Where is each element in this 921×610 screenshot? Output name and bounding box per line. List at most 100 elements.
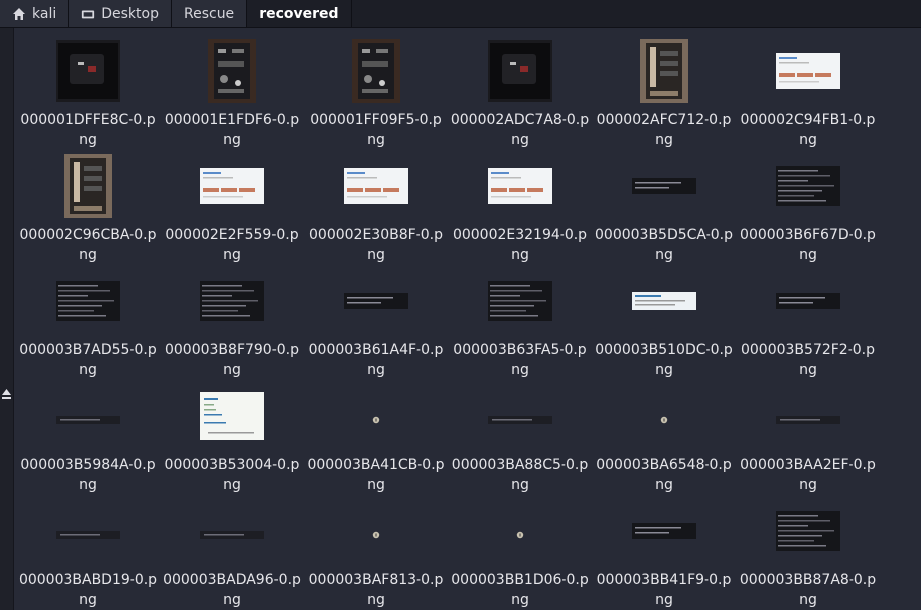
image-thumbnail [56, 409, 120, 428]
file-name: 000002E30B8F-0.png [309, 227, 443, 263]
file-item[interactable]: 000001E1FDF6-0.png [160, 39, 304, 150]
image-thumbnail [208, 39, 256, 107]
home-icon [12, 7, 26, 21]
file-item[interactable]: 000003BA41CB-0.png [304, 385, 448, 495]
file-item[interactable]: 000003B7AD55-0.png [16, 270, 160, 380]
file-name: 000003BA41CB-0.png [307, 457, 445, 493]
file-item[interactable]: 000002E32194-0.png [448, 155, 592, 265]
image-thumbnail [488, 409, 552, 428]
file-name: 000003BAF813-0.png [308, 572, 444, 608]
file-name: 000003B7AD55-0.png [19, 342, 157, 378]
file-name: 000001E1FDF6-0.png [164, 112, 300, 148]
file-name: 000003B8F790-0.png [164, 342, 300, 378]
file-name: 000003B63FA5-0.png [453, 342, 587, 378]
file-item[interactable]: 000003B572F2-0.png [736, 270, 880, 380]
file-name: 000003B510DC-0.png [595, 342, 733, 378]
file-name: 000003B5984A-0.png [20, 457, 156, 493]
file-name: 000003BB1D06-0.png [451, 572, 589, 608]
image-thumbnail [776, 166, 840, 210]
breadcrumb-recovered[interactable]: recovered [247, 0, 352, 27]
image-thumbnail [56, 40, 120, 106]
file-name: 000002E32194-0.png [452, 227, 588, 263]
file-name: 000002ADC7A8-0.png [450, 112, 590, 148]
image-thumbnail [516, 524, 524, 543]
file-item[interactable]: 000001DFFE8C-0.png [16, 40, 160, 150]
image-thumbnail [200, 392, 264, 444]
image-thumbnail [64, 154, 112, 222]
file-item[interactable]: 000002ADC7A8-0.png [448, 40, 592, 150]
image-thumbnail [56, 281, 120, 325]
image-thumbnail [632, 178, 696, 198]
image-thumbnail [344, 293, 408, 313]
breadcrumb: kali Desktop Rescue recovered [0, 0, 921, 28]
file-name: 000003B61A4F-0.png [308, 342, 444, 378]
image-thumbnail [372, 409, 380, 428]
file-name: 000003BAA2EF-0.png [740, 457, 876, 493]
image-thumbnail [56, 524, 120, 543]
image-thumbnail [640, 39, 688, 107]
file-item[interactable]: 000003B6F67D-0.png [736, 155, 880, 265]
image-thumbnail [632, 523, 696, 543]
image-thumbnail [776, 293, 840, 313]
image-thumbnail [200, 281, 264, 325]
file-name: 000003BB87A8-0.png [739, 572, 877, 608]
file-item[interactable]: 000002AFC712-0.png [592, 39, 736, 150]
file-item[interactable]: 000003BAF813-0.png [304, 500, 448, 610]
file-grid: 000001DFFE8C-0.png 000001E1FDF6-0.png 0000… [13, 28, 921, 610]
file-item[interactable]: 000003B61A4F-0.png [304, 270, 448, 380]
image-thumbnail [488, 168, 552, 208]
breadcrumb-label: recovered [259, 5, 339, 22]
file-item[interactable]: 000002C96CBA-0.png [16, 154, 160, 265]
image-thumbnail [352, 39, 400, 107]
file-name: 000003B5D5CA-0.png [595, 227, 733, 263]
file-item[interactable]: 000002C94FB1-0.png [736, 40, 880, 150]
file-item[interactable]: 000003BA6548-0.png [592, 385, 736, 495]
file-item[interactable]: 000003B5D5CA-0.png [592, 155, 736, 265]
file-name: 000003BABD19-0.png [18, 572, 158, 608]
file-name: 000003B53004-0.png [164, 457, 300, 493]
folder-icon [81, 7, 95, 21]
file-name: 000001DFFE8C-0.png [20, 112, 156, 148]
file-name: 000002AFC712-0.png [596, 112, 732, 148]
file-name: 000003BADA96-0.png [163, 572, 301, 608]
file-name: 000003BA6548-0.png [596, 457, 732, 493]
file-item[interactable]: 000003BAA2EF-0.png [736, 385, 880, 495]
file-item[interactable]: 000003BB1D06-0.png [448, 500, 592, 610]
image-thumbnail [632, 292, 696, 314]
breadcrumb-kali[interactable]: kali [0, 0, 70, 27]
breadcrumb-label: kali [32, 5, 57, 22]
file-item[interactable]: 000003BB87A8-0.png [736, 500, 880, 610]
image-thumbnail [200, 524, 264, 543]
file-item[interactable]: 000003B53004-0.png [160, 385, 304, 495]
file-item[interactable]: 000002E2F559-0.png [160, 155, 304, 265]
file-item[interactable]: 000002E30B8F-0.png [304, 155, 448, 265]
image-thumbnail [488, 40, 552, 106]
file-item[interactable]: 000003B5984A-0.png [16, 385, 160, 495]
breadcrumb-rescue[interactable]: Rescue [171, 0, 248, 27]
file-name: 000002E2F559-0.png [165, 227, 299, 263]
file-item[interactable]: 000001FF09F5-0.png [304, 39, 448, 150]
file-item[interactable]: 000003B63FA5-0.png [448, 270, 592, 380]
image-thumbnail [776, 511, 840, 555]
file-item[interactable]: 000003BADA96-0.png [160, 500, 304, 610]
breadcrumb-label: Rescue [183, 5, 235, 22]
file-item[interactable]: 000003BA88C5-0.png [448, 385, 592, 495]
file-item[interactable]: 000003B510DC-0.png [592, 270, 736, 380]
file-item[interactable]: 000003BB41F9-0.png [592, 500, 736, 610]
file-item[interactable]: 000003BABD19-0.png [16, 500, 160, 610]
image-thumbnail [344, 168, 408, 208]
file-name: 000003BA88C5-0.png [451, 457, 589, 493]
image-thumbnail [660, 409, 668, 428]
sidebar-gutter [0, 28, 14, 610]
eject-arrow-icon[interactable] [1, 385, 12, 399]
image-thumbnail [200, 168, 264, 208]
file-name: 000002C96CBA-0.png [19, 227, 157, 263]
breadcrumb-desktop[interactable]: Desktop [69, 0, 172, 27]
file-name: 000003BB41F9-0.png [596, 572, 732, 608]
file-name: 000003B6F67D-0.png [740, 227, 876, 263]
file-item[interactable]: 000003B8F790-0.png [160, 270, 304, 380]
image-thumbnail [488, 281, 552, 325]
breadcrumb-label: Desktop [101, 5, 159, 22]
file-name: 000003B572F2-0.png [740, 342, 876, 378]
image-thumbnail [372, 524, 380, 543]
